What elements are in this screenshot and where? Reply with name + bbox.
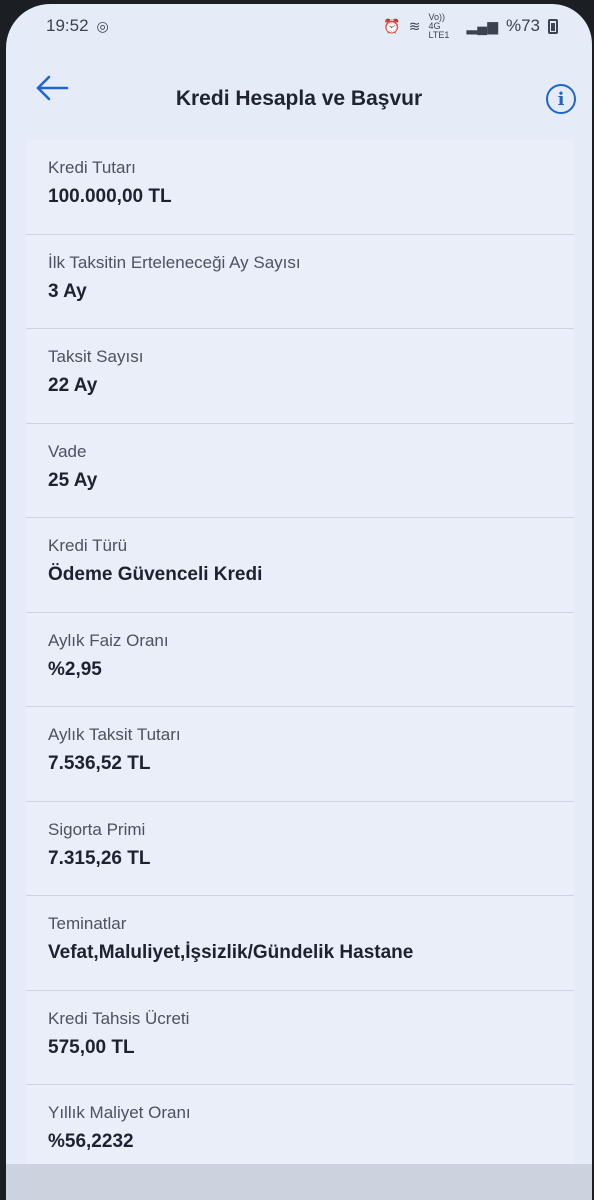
detail-row-sigorta-primi: Sigorta Primi 7.315,26 TL — [26, 802, 574, 896]
detail-value: 7.536,52 TL — [48, 753, 151, 774]
battery-icon — [548, 18, 558, 34]
detail-value: Vefat,Maluliyet,İşsizlik/Gündelik Hastan… — [48, 942, 414, 963]
info-button[interactable]: i — [546, 84, 576, 114]
detail-row-kredi-turu: Kredi Türü Ödeme Güvenceli Kredi — [26, 518, 574, 613]
bottom-action-area — [6, 1164, 592, 1200]
detail-label: Taksit Sayısı — [48, 347, 144, 366]
detail-label: Kredi Türü — [48, 536, 128, 555]
wifi-icon: ≋ — [408, 17, 421, 34]
detail-row-vade: Vade 25 Ay — [26, 424, 574, 518]
detail-label: Vade — [48, 441, 87, 461]
detail-row-faiz-orani: Aylık Faiz Oranı %2,95 — [26, 613, 574, 707]
detail-label: Sigorta Primi — [48, 819, 146, 839]
detail-label: Kredi Tahsis Ücreti — [48, 1008, 190, 1028]
detail-label: Aylık Faiz Oranı — [48, 630, 169, 650]
detail-value: 575,00 TL — [48, 1036, 135, 1058]
alarm-icon: ⏰ — [383, 17, 401, 34]
detail-value: 100.000,00 TL — [48, 186, 172, 207]
instagram-notification-icon: ◎ — [96, 17, 109, 34]
detail-row-taksit-tutari: Aylık Taksit Tutarı 7.536,52 TL — [26, 707, 574, 802]
detail-value: %56,2232 — [48, 1131, 134, 1152]
detail-value: 25 Ay — [48, 469, 98, 491]
detail-row-taksit-sayisi: Taksit Sayısı 22 Ay — [26, 329, 574, 424]
detail-value: 7.315,26 TL — [48, 847, 151, 869]
page-title: Kredi Hesapla ve Başvur — [175, 87, 423, 110]
phone-screen: 19:52 ◎ ⏰ ≋ Vo)) 4G LTE1 ▂▄▆ %73 Kredi H… — [6, 4, 592, 1200]
detail-label: Aylık Taksit Tutarı — [48, 725, 181, 744]
arrow-left-icon — [36, 75, 69, 101]
detail-label: Teminatlar — [48, 914, 127, 933]
signal-icon: ▂▄▆ — [466, 17, 498, 34]
detail-label: İlk Taksitin Erteleneceği Ay Sayısı — [48, 252, 301, 272]
detail-row-teminatlar: Teminatlar Vefat,Maluliyet,İşsizlik/Günd… — [26, 896, 574, 991]
detail-row-kredi-tutari: Kredi Tutarı 100.000,00 TL — [26, 140, 574, 235]
info-icon: i — [557, 88, 565, 110]
detail-value: %2,95 — [48, 658, 102, 680]
detail-row-erteleme: İlk Taksitin Erteleneceği Ay Sayısı 3 Ay — [26, 235, 574, 329]
detail-value: 22 Ay — [48, 375, 98, 396]
detail-label: Kredi Tutarı — [48, 158, 136, 177]
back-button[interactable] — [30, 68, 74, 108]
detail-value: Ödeme Güvenceli Kredi — [48, 564, 263, 585]
app-bar: Kredi Hesapla ve Başvur i — [6, 56, 592, 136]
status-bar: 19:52 ◎ ⏰ ≋ Vo)) 4G LTE1 ▂▄▆ %73 — [6, 4, 592, 48]
detail-value: 3 Ay — [48, 280, 87, 302]
network-type-label: Vo)) 4G LTE1 — [428, 11, 450, 40]
loan-details-list: Kredi Tutarı 100.000,00 TL İlk Taksitin … — [26, 140, 574, 1200]
detail-row-tahsis-ucreti: Kredi Tahsis Ücreti 575,00 TL — [26, 991, 574, 1085]
battery-percent: %73 — [505, 16, 540, 35]
status-time: 19:52 — [46, 16, 89, 35]
detail-label: Yıllık Maliyet Oranı — [48, 1103, 191, 1122]
